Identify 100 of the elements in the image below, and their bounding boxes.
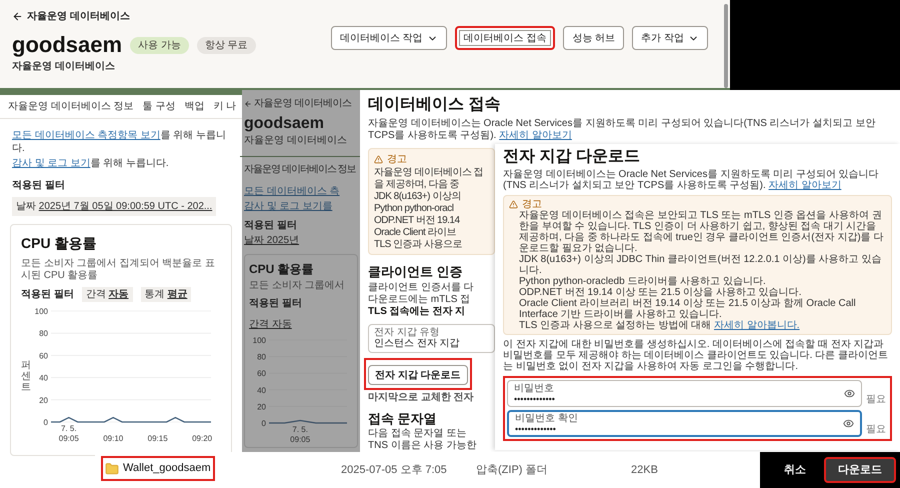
axis-tick-label: 60	[39, 351, 48, 360]
action-button[interactable]: 데이터베이스 작업	[330, 26, 447, 50]
section-text: TLS 접속에는 전자 지	[368, 306, 466, 318]
status-badge: 사용 가능	[130, 36, 189, 54]
axis-tick-label: 60	[257, 369, 266, 378]
date-label: 7. 5.	[61, 424, 77, 433]
warning-text: Python python-oracl	[374, 203, 454, 215]
axis-tick-label: 20	[39, 396, 48, 405]
card-title: CPU 활용률	[249, 261, 315, 278]
warning-text: JDK 8(u163+) 이상의 JDBC Thin 클라이언트(버전 12.2.0.1 이상)를 사용하고 있습니다.	[519, 254, 882, 276]
warning-text: ODP.NET 버전 19.14	[374, 215, 460, 227]
password-field[interactable]: 비밀번호 확인 •••••••••••••	[507, 410, 862, 437]
card-description: 모든 소비자 그룹에서	[249, 279, 346, 293]
filter-label: 적용된 필터	[12, 179, 65, 193]
section-heading: 클라이언트 인증	[368, 263, 464, 281]
axis-tick-label: 40	[257, 386, 266, 395]
axis-tick-label: 09:10	[103, 434, 124, 443]
wallet-download-button[interactable]: 전자 지갑 다운로드	[368, 365, 468, 385]
warning-text: JDK 8(u163+) 이상의	[374, 191, 461, 203]
axis-tick-label: 80	[257, 352, 266, 362]
dialog-button[interactable]: 취소	[778, 457, 812, 483]
axis-tick-label: 100	[34, 307, 48, 316]
card-title: CPU 활용률	[21, 234, 98, 253]
password-field[interactable]: 비밀번호 •••••••••••••	[507, 380, 862, 407]
action-button[interactable]: 추가 작업	[632, 26, 708, 50]
warning-text: 을 제공하며, 다음 중	[374, 179, 460, 191]
password-input[interactable]: •••••••••••••	[514, 394, 634, 404]
filter-chip[interactable]: 날짜 2025년 7월 05일 09:00:59 UTC - 202...	[12, 197, 216, 216]
field-label: 비밀번호	[514, 382, 554, 394]
section-text: 마지막으로 교체한 전자	[368, 392, 475, 404]
axis-tick-label: 40	[39, 374, 48, 383]
page-title: goodsaem	[244, 115, 326, 133]
filter-chip[interactable]: 간격 자동	[82, 287, 133, 302]
axis-tick-label: 09:15	[148, 434, 168, 443]
axis-title: 퍼센트	[21, 360, 31, 392]
filter-chip[interactable]: 간격 자동	[249, 319, 292, 330]
link-sentence: 감사 및 로그 보기를 위해 누릅니다.	[12, 157, 170, 170]
file-date: 2025-07-05 오후 7:05	[341, 462, 448, 478]
axis-tick-label: 80	[39, 329, 48, 338]
file-type: 압축(ZIP) 폴더	[476, 462, 548, 478]
link-sentence: 모든 데이터베이스 측정항목 보기를 위해 누릅니다.	[12, 129, 227, 155]
dialog-intro: 자율운영 데이터베이스는 Oracle Net Services를 지원하도록 미리 구성되어 있습니다(TNS 리스너가 설치되고 보안 TCPS를 사용하도록 구성됨). 자세히 알아보기	[368, 118, 876, 142]
warning-text: 자율운영 데이터베이스 접	[374, 167, 484, 179]
warning-text: TLS 인증과 사용으로 설정하는 방법에 대해 자세히 알아봅니다.	[519, 320, 801, 331]
page-link[interactable]: 감사 및 로그 보기	[12, 158, 90, 169]
breadcrumb-link[interactable]: 자율운영 데이터베이스	[27, 9, 130, 24]
field-label: 비밀번호 확인	[515, 412, 578, 424]
action-button[interactable]: 성능 허브	[563, 26, 624, 50]
warning-title: 경고	[387, 153, 407, 167]
required-hint: 필요	[866, 393, 887, 407]
learn-more-link[interactable]: 자세히 알아봅니다.	[714, 320, 800, 331]
dialog-button[interactable]: 다운로드	[824, 457, 896, 483]
axis-tick-label: 100	[252, 336, 266, 345]
warning-title: 경고	[522, 199, 542, 210]
page-tab[interactable]: 자율운영 데이터베이스 정보	[8, 99, 134, 114]
back-arrow-icon[interactable]	[12, 11, 23, 22]
page-subtitle: 자율운영 데이터베이스	[12, 60, 116, 74]
warning-text: 자율운영 데이터베이스 접속은 보안되고 TLS 또는 mTLS 인증 옵션을 사용하여 권한을 부여할 수 있습니다. TLS 인증이 더 사용하기 쉽고, 향상된 접속 대기 시간을 제공하며, 다음 중 하나라도 접속에 true인 경우 클라이언트 인증서(전자 지갑)를 다운로드할 필요가 없습니다.	[519, 210, 884, 254]
learn-more-link[interactable]: 자세히 알아보기	[768, 180, 842, 191]
learn-more-link[interactable]: 자세히 알아보기	[499, 130, 572, 141]
warning-text: Oracle Client 라이브	[374, 227, 456, 239]
password-input[interactable]: •••••••••••••	[515, 424, 635, 434]
folder-icon	[105, 462, 119, 476]
section-text: 다운로드에는 mTLS 접	[368, 294, 472, 306]
date-label: 7. 5.	[292, 425, 308, 434]
filter-chip[interactable]: 날짜 2025년	[244, 233, 358, 248]
eye-icon[interactable]	[844, 388, 855, 399]
back-arrow-icon	[244, 100, 252, 108]
page-tab[interactable]: 백업	[184, 99, 204, 114]
status-badge: 항상 무료	[196, 36, 256, 54]
filter-label: 적용된 필터	[249, 297, 302, 311]
page-link[interactable]: 모든 데이터베이스 측정항목 보기	[12, 130, 160, 141]
dialog-description: 이 전자 지갑에 대한 비밀번호를 생성하십시오. 데이터베이스에 접속할 때 전자 지갑과 비밀번호를 모두 제공해야 하는 데이터베이스 클라이언트도 있습니다. 다른 클라이언트는 비밀번호 없이 전자 지갑을 사용하여 자동 로그인을 수행합니다.	[503, 339, 890, 372]
axis-tick-label: 20	[257, 402, 266, 412]
file-row[interactable]: Wallet_goodsaem 2025-07-05 오후 7:05 압축(ZIP) 폴더 22KB	[95, 452, 760, 488]
dialog-title: 데이터베이스 접속	[368, 95, 502, 115]
page-tab[interactable]: 툴 구성	[142, 99, 176, 114]
warning-icon	[374, 155, 383, 164]
required-hint: 필요	[866, 423, 887, 437]
eye-icon[interactable]	[843, 418, 854, 429]
page-subtitle: 자율운영 데이터베이스	[244, 134, 348, 148]
page-link[interactable]: 모든 데이터베이스 측	[244, 184, 358, 199]
warning-text: Oracle Client 라이브러리 버전 19.14 이상 또는 21.5 이상과 함께 Oracle Call Interface 기반 드라이버를 사용하고 있습니다.	[519, 298, 857, 320]
warning-text: ODP.NET 버전 19.14 이상 또는 21.5 이상을 사용하고 있습니다.	[519, 287, 802, 298]
page-tab[interactable]: 자율운영 데이터베이스 정보	[244, 162, 356, 177]
page-link[interactable]: 감사 및 로그 보기를	[244, 199, 358, 214]
warning-text: Python python-oracledb 드라이버를 사용하고 있습니다.	[519, 276, 767, 287]
filter-label: 적용된 필터	[244, 219, 298, 233]
page-tab[interactable]: 키 나	[213, 99, 236, 114]
dialog-intro: 자율운영 데이터베이스는 Oracle Net Services를 지원하도록 미리 구성되어 있습니다(TNS 리스너가 설치되고 보안 TCPS를 사용하도록 구성됨). 자세히 알아보기	[503, 169, 880, 191]
action-button[interactable]: 데이터베이스 접속	[454, 26, 556, 50]
wallet-type-field[interactable]: 전자 지갑 유형 인스턴스 전자 지갑	[368, 324, 495, 352]
section-text: TNS 이름은 사용 가능한	[368, 440, 478, 452]
section-text: 클라이언트 인증서를 다	[368, 282, 475, 294]
axis-tick-label: 09:05	[290, 435, 310, 444]
filter-chip[interactable]: 통계 평균	[140, 287, 192, 302]
page-title: goodsaem	[12, 33, 122, 57]
warning-icon	[509, 200, 518, 209]
axis-tick-label: 09:20	[192, 434, 212, 443]
file-name: Wallet_goodsaem	[123, 461, 211, 476]
